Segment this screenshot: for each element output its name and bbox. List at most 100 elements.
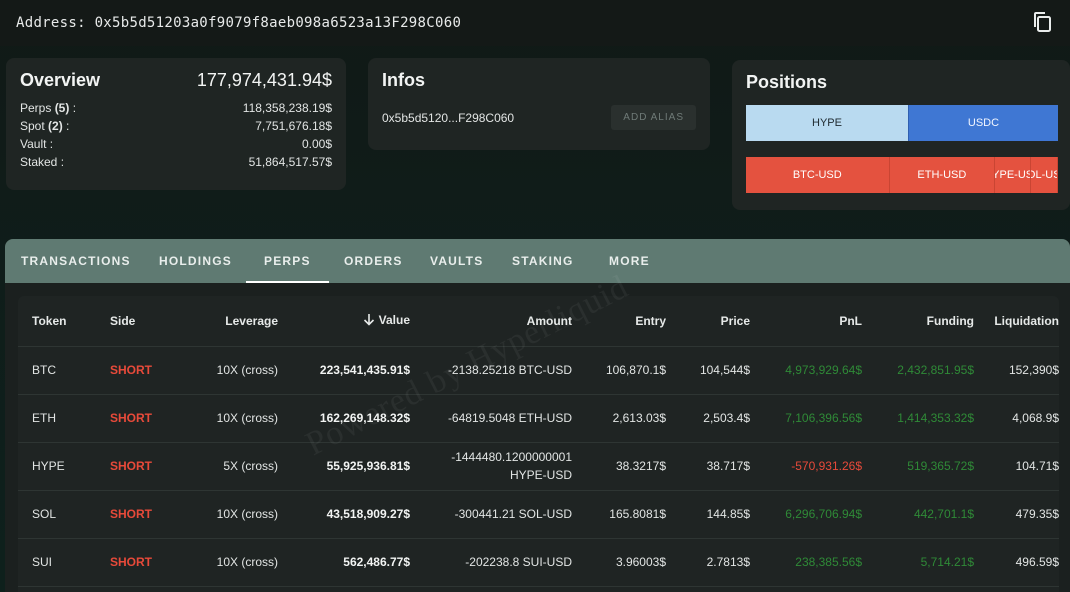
overview-header: Overview 177,974,431.94$ bbox=[20, 70, 332, 91]
infos-title: Infos bbox=[382, 70, 425, 90]
short-address: 0x5b5d5120...F298C060 bbox=[382, 110, 515, 125]
cell-pnl: 238,385.56$ bbox=[750, 538, 862, 587]
overview-row-value: 0.00$ bbox=[301, 137, 332, 151]
tab-perps[interactable]: PERPS bbox=[246, 239, 329, 283]
cell-funding: 2,432,851.95$ bbox=[862, 346, 974, 395]
col-side[interactable]: Side bbox=[110, 296, 172, 347]
allocation-segment-usdc[interactable]: USDC bbox=[908, 105, 1058, 141]
row-label-count: (5) bbox=[54, 101, 70, 115]
table-row[interactable]: SOL SHORT 10X (cross) 43,518,909.27$ -300441… bbox=[18, 490, 1059, 539]
amount-line: -300441.21 SOL-USD bbox=[454, 507, 572, 521]
col-leverage[interactable]: Leverage bbox=[172, 296, 278, 347]
cell-leverage: 10X (cross) bbox=[172, 346, 278, 395]
col-entry[interactable]: Entry bbox=[572, 296, 666, 347]
cell-liquidation: 104.71$ bbox=[974, 442, 1059, 491]
cell-token: SUI bbox=[18, 538, 110, 587]
overview-row-value: 7,751,676.18$ bbox=[255, 119, 332, 133]
tab-transactions[interactable]: TRANSACTIONS bbox=[21, 239, 131, 283]
address-display: Address: 0x5b5d51203a0f9079f8aeb098a6523… bbox=[16, 15, 461, 31]
overview-row-value: 118,358,238.19$ bbox=[242, 101, 332, 115]
cell-price: 2,503.4$ bbox=[666, 394, 750, 443]
cell-entry: 2,613.03$ bbox=[572, 394, 666, 443]
cell-funding: 442,701.1$ bbox=[862, 490, 974, 539]
col-funding[interactable]: Funding bbox=[862, 296, 974, 347]
cell-liquidation: 4,068.9$ bbox=[974, 394, 1059, 443]
positions-title: Positions bbox=[746, 72, 828, 92]
allocation-segment-hype[interactable]: HYPE bbox=[746, 105, 908, 141]
col-liquidation[interactable]: Liquidation bbox=[974, 296, 1059, 347]
table-body: BTC SHORT 10X (cross) 223,541,435.91$ -2138.… bbox=[18, 346, 1059, 587]
tab-staking[interactable]: STAKING bbox=[512, 239, 574, 283]
tab-bar: TRANSACTIONS HOLDINGS PERPS ORDERS VAULTS STA… bbox=[5, 239, 1070, 283]
row-label-text: Perps bbox=[20, 101, 55, 115]
col-amount[interactable]: Amount bbox=[410, 296, 572, 347]
cell-price: 38.717$ bbox=[666, 442, 750, 491]
perps-table-container: Token Side Leverage Value Amount Entry P… bbox=[18, 296, 1059, 592]
cell-amount: -1444480.1200000001 HYPE-USD bbox=[410, 442, 572, 491]
table-row[interactable]: BTC SHORT 10X (cross) 223,541,435.91$ -2138.… bbox=[18, 346, 1059, 395]
row-label-text: Vault : bbox=[20, 137, 54, 151]
allocation-segment-sol-usd[interactable]: SOL-USD bbox=[1031, 157, 1058, 193]
cell-pnl: -570,931.26$ bbox=[750, 442, 862, 491]
cell-pnl: 4,973,929.64$ bbox=[750, 346, 862, 395]
overview-rows: Perps (5) : 118,358,238.19$ Spot (2) : 7,75… bbox=[20, 99, 332, 171]
overview-card: Overview 177,974,431.94$ Perps (5) : 118,… bbox=[6, 58, 346, 190]
cell-value: 43,518,909.27$ bbox=[278, 490, 410, 539]
row-label-text: Spot bbox=[20, 119, 49, 133]
col-token[interactable]: Token bbox=[18, 296, 110, 347]
table-row[interactable]: HYPE SHORT 5X (cross) 55,925,936.81$ -144448… bbox=[18, 442, 1059, 491]
allocation-segment-btc-usd[interactable]: BTC-USD bbox=[746, 157, 890, 193]
address-label: Address: bbox=[16, 15, 95, 31]
cell-entry: 38.3217$ bbox=[572, 442, 666, 491]
overview-row-value: 51,864,517.57$ bbox=[248, 155, 332, 169]
copy-icon[interactable] bbox=[1032, 11, 1054, 35]
spot-allocation-bar: HYPE USDC bbox=[746, 105, 1058, 141]
table-row[interactable]: SUI SHORT 10X (cross) 562,486.77$ -202238.8 … bbox=[18, 538, 1059, 587]
overview-row: Staked : 51,864,517.57$ bbox=[20, 153, 332, 171]
table-row[interactable]: ETH SHORT 10X (cross) 162,269,148.32$ -64819… bbox=[18, 394, 1059, 443]
col-price[interactable]: Price bbox=[666, 296, 750, 347]
amount-line: -1444480.1200000001 bbox=[451, 450, 572, 464]
cell-leverage: 10X (cross) bbox=[172, 538, 278, 587]
cell-amount: -2138.25218 BTC-USD bbox=[410, 346, 572, 395]
amount-line: -202238.8 SUI-USD bbox=[465, 555, 572, 569]
cell-entry: 3.96003$ bbox=[572, 538, 666, 587]
col-pnl[interactable]: PnL bbox=[750, 296, 862, 347]
add-alias-button[interactable]: ADD ALIAS bbox=[611, 105, 696, 130]
amount-line: -64819.5048 ETH-USD bbox=[447, 411, 572, 425]
cell-amount: -300441.21 SOL-USD bbox=[410, 490, 572, 539]
infos-card: Infos 0x5b5d5120...F298C060 ADD ALIAS bbox=[368, 58, 710, 150]
cell-side: SHORT bbox=[110, 442, 172, 491]
cell-token: BTC bbox=[18, 346, 110, 395]
overview-row-label: Vault : bbox=[20, 135, 53, 153]
table-header-row: Token Side Leverage Value Amount Entry P… bbox=[18, 296, 1059, 347]
row-label-suffix: : bbox=[69, 101, 77, 115]
overview-row: Spot (2) : 7,751,676.18$ bbox=[20, 117, 332, 135]
tab-holdings[interactable]: HOLDINGS bbox=[159, 239, 232, 283]
cell-value: 562,486.77$ bbox=[278, 538, 410, 587]
cell-funding: 519,365.72$ bbox=[862, 442, 974, 491]
perps-table: Token Side Leverage Value Amount Entry P… bbox=[18, 296, 1059, 587]
allocation-segment-eth-usd[interactable]: ETH-USD bbox=[889, 157, 996, 193]
allocation-segment-hype-usd[interactable]: HYPE-USD bbox=[995, 157, 1032, 193]
amount-line: -2138.25218 BTC-USD bbox=[447, 363, 572, 377]
cell-token: SOL bbox=[18, 490, 110, 539]
cell-price: 144.85$ bbox=[666, 490, 750, 539]
cell-value: 162,269,148.32$ bbox=[278, 394, 410, 443]
col-value-label: Value bbox=[378, 312, 410, 327]
row-label-text: Staked : bbox=[20, 155, 65, 169]
col-value[interactable]: Value bbox=[278, 296, 410, 347]
copy-icon-graphic bbox=[1034, 12, 1051, 32]
cell-side: SHORT bbox=[110, 490, 172, 539]
overview-row: Perps (5) : 118,358,238.19$ bbox=[20, 99, 332, 117]
amount-line: HYPE-USD bbox=[509, 468, 572, 482]
tab-more[interactable]: MORE bbox=[609, 239, 650, 283]
cell-side: SHORT bbox=[110, 538, 172, 587]
tab-orders[interactable]: ORDERS bbox=[344, 239, 403, 283]
cell-price: 2.7813$ bbox=[666, 538, 750, 587]
cell-funding: 1,414,353.32$ bbox=[862, 394, 974, 443]
cell-liquidation: 152,390$ bbox=[974, 346, 1059, 395]
perp-allocation-bar: BTC-USDETH-USDHYPE-USDSOL-USD bbox=[746, 157, 1058, 193]
tab-vaults[interactable]: VAULTS bbox=[430, 239, 483, 283]
infos-row: 0x5b5d5120...F298C060 ADD ALIAS bbox=[382, 105, 696, 130]
